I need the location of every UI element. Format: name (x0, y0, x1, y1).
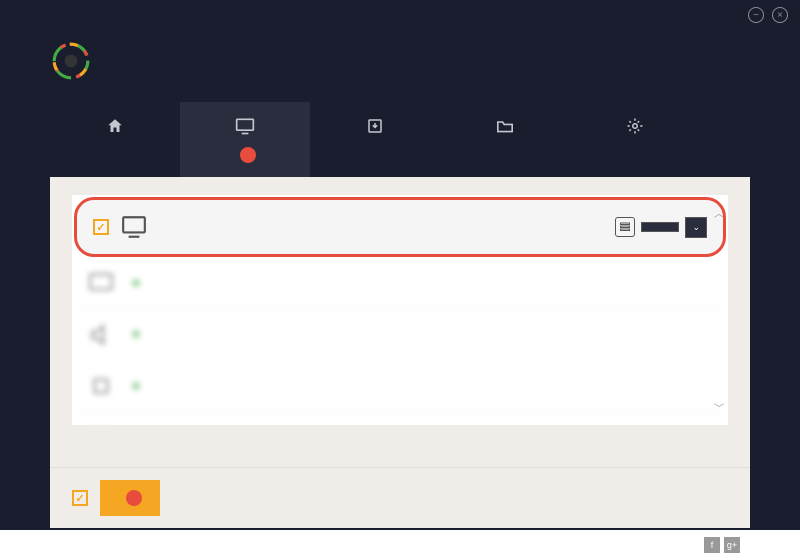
status-ok-icon (132, 382, 140, 390)
download-install-button[interactable] (100, 480, 160, 516)
chip-icon (88, 424, 114, 425)
tab-restore[interactable] (440, 102, 570, 177)
home-icon (58, 116, 172, 136)
bottom-bar (50, 467, 750, 528)
update-button[interactable] (641, 222, 679, 232)
driver-row (72, 412, 728, 425)
tab-home[interactable] (50, 102, 180, 177)
driver-row-featured: ⌄ (74, 197, 726, 257)
footer: f g+ (0, 530, 800, 560)
select-all-checkbox[interactable] (72, 490, 88, 506)
social-links: f g+ (704, 537, 740, 553)
backup-icon (318, 116, 432, 136)
status-ok-icon (132, 330, 140, 338)
titlebar: − × (0, 0, 800, 30)
driver-row (72, 310, 728, 361)
driver-list[interactable]: ︿ ⌄ (72, 195, 728, 425)
google-plus-icon[interactable]: g+ (724, 537, 740, 553)
updates-badge (240, 147, 256, 163)
content-panel: ︿ ⌄ (50, 177, 750, 467)
tab-backup[interactable] (310, 102, 440, 177)
monitor-icon (188, 116, 302, 136)
status-ok-icon (132, 279, 140, 287)
tab-settings[interactable] (570, 102, 700, 177)
display-icon (88, 271, 114, 297)
drivermax-logo-icon (50, 40, 92, 82)
driver-checkbox[interactable] (93, 219, 109, 235)
install-badge (126, 490, 142, 506)
tab-driver-updates[interactable] (180, 102, 310, 177)
main-tabs (0, 102, 800, 177)
scroll-up-icon[interactable]: ︿ (714, 205, 724, 220)
driver-row (72, 361, 728, 412)
driver-row (72, 259, 728, 310)
minimize-button[interactable]: − (748, 7, 764, 23)
details-icon[interactable] (615, 217, 635, 237)
display-icon (121, 214, 147, 240)
driver-info (159, 226, 603, 228)
folder-icon (448, 116, 562, 136)
close-button[interactable]: × (772, 7, 788, 23)
scroll-down-icon[interactable]: ﹀ (714, 400, 724, 415)
update-dropdown[interactable]: ⌄ (685, 217, 707, 238)
facebook-icon[interactable]: f (704, 537, 720, 553)
audio-icon (88, 322, 114, 348)
chip-icon (88, 373, 114, 399)
app-header (0, 30, 800, 102)
update-actions: ⌄ (615, 217, 707, 238)
gear-icon (578, 116, 692, 136)
